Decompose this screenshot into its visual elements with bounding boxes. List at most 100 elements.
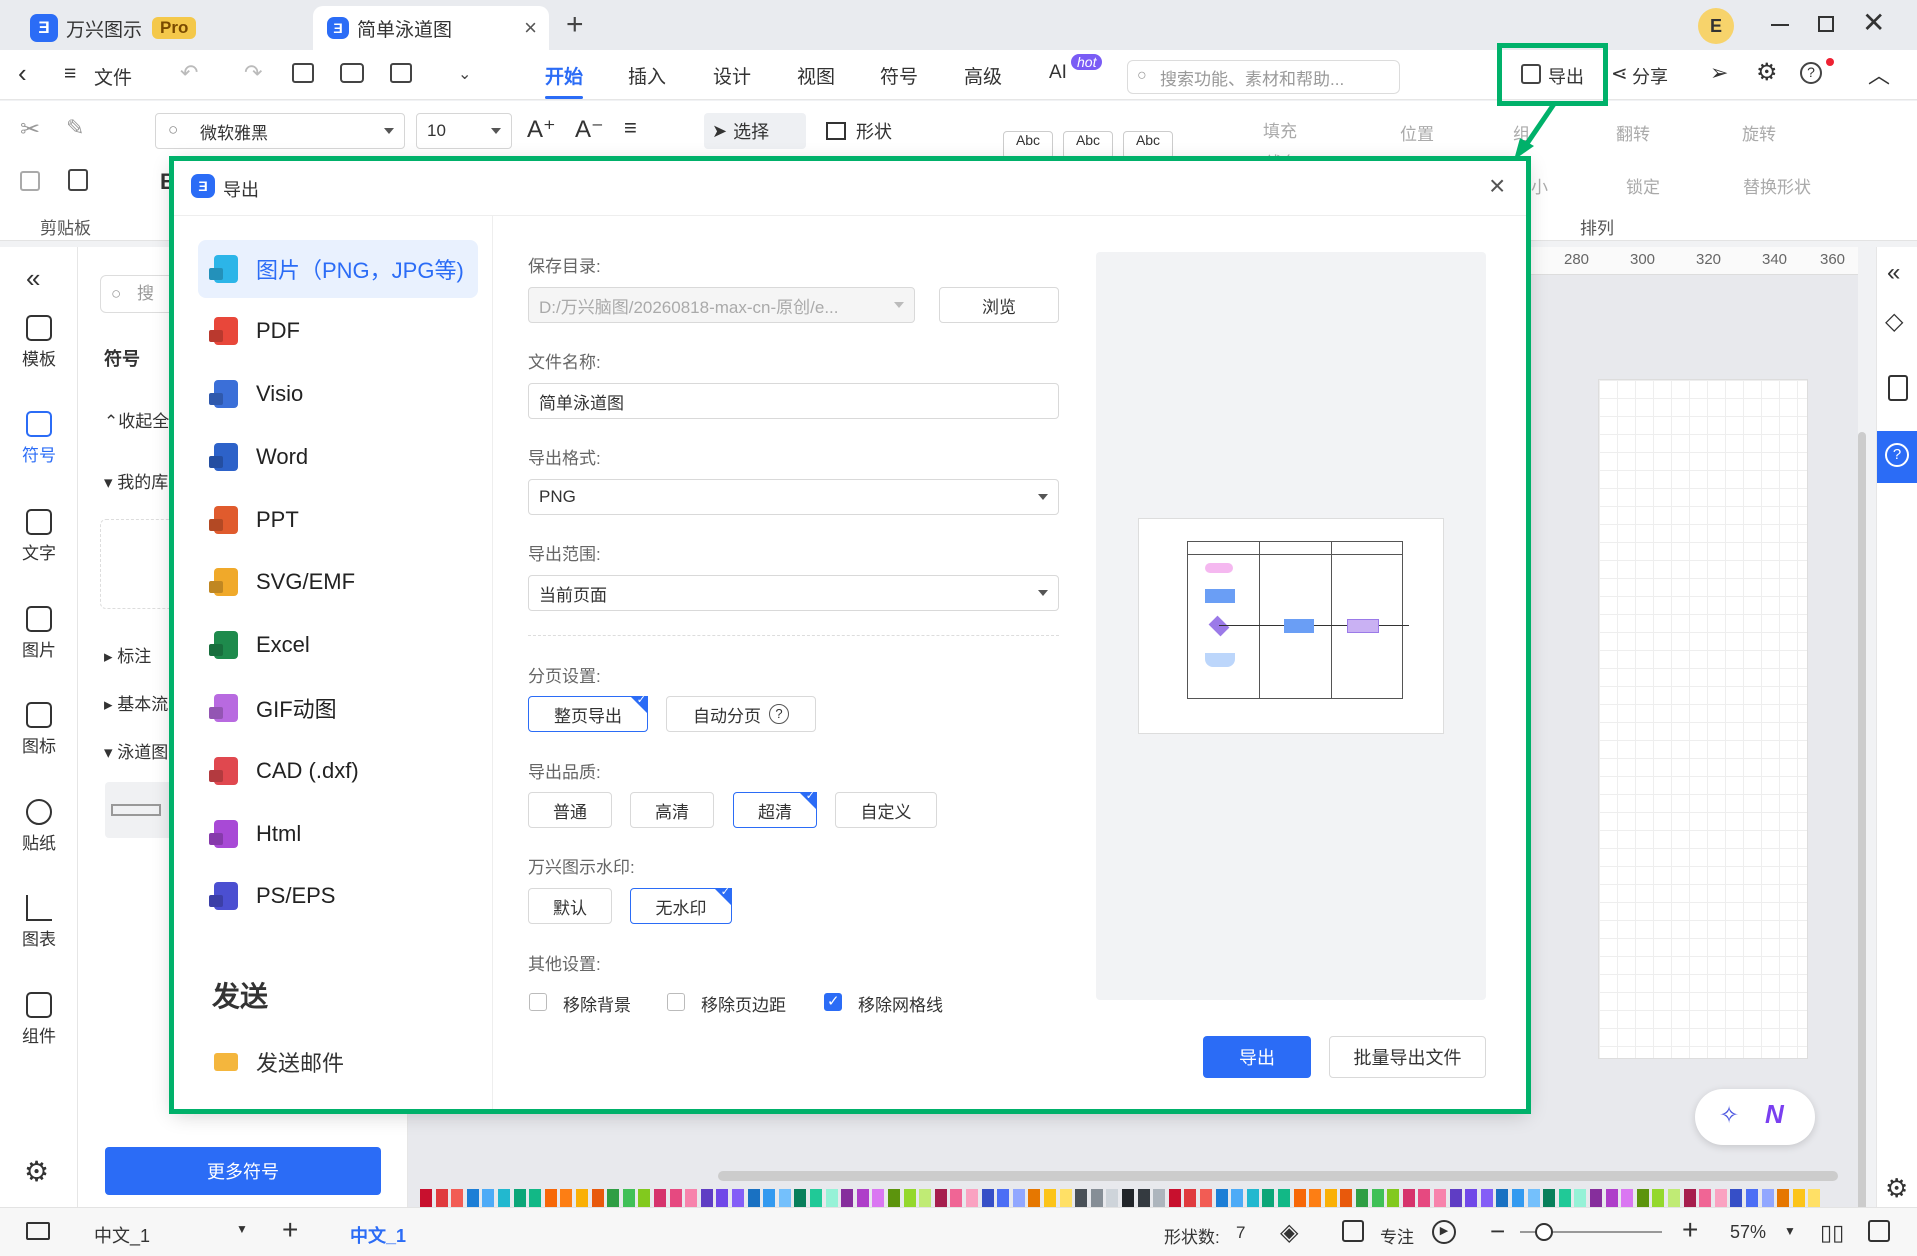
format-select[interactable]: PNG (528, 479, 1059, 515)
color-swatch[interactable] (435, 1189, 448, 1209)
color-swatch[interactable] (1044, 1189, 1056, 1209)
canvas-page[interactable] (1598, 379, 1808, 1059)
replace-shape-button[interactable]: 替换形状 (1743, 173, 1811, 198)
avatar[interactable]: E (1698, 8, 1734, 44)
expand-right-icon[interactable]: « (1887, 259, 1900, 287)
color-swatch[interactable] (981, 1189, 994, 1209)
filename-input[interactable]: 简单泳道图 (528, 383, 1059, 419)
more-symbols-button[interactable]: 更多符号 (105, 1147, 381, 1195)
export-menu-button[interactable]: 导出 (1548, 63, 1584, 89)
color-swatch[interactable] (1122, 1189, 1134, 1209)
more-dropdown-icon[interactable]: ⌄ (458, 64, 471, 84)
page-list-icon[interactable] (26, 1222, 50, 1240)
nav-stickers[interactable]: 贴纸 (0, 799, 78, 854)
ai-logo-icon[interactable]: N (1765, 1099, 1784, 1130)
color-swatch[interactable] (1090, 1189, 1103, 1209)
nav-icons[interactable]: 图标 (0, 702, 78, 757)
color-swatch[interactable] (1153, 1189, 1166, 1209)
color-swatch[interactable] (747, 1189, 760, 1209)
file-menu[interactable]: 文件 (94, 63, 132, 90)
shape-tool-button[interactable]: 形状 (826, 113, 892, 149)
tab-design[interactable]: 设计 (713, 62, 751, 89)
color-swatch[interactable] (950, 1189, 963, 1209)
color-swatch[interactable] (700, 1189, 713, 1209)
new-tab-button[interactable]: + (566, 8, 584, 42)
page-dropdown-icon[interactable]: ▼ (236, 1222, 248, 1236)
format-painter-icon[interactable]: ✎ (66, 115, 84, 141)
color-swatch[interactable] (1527, 1189, 1540, 1209)
color-swatch[interactable] (1137, 1189, 1150, 1209)
color-swatch[interactable] (1012, 1189, 1025, 1209)
flip-button[interactable]: 翻转 (1616, 120, 1650, 145)
style-preset-3[interactable]: Abc (1123, 131, 1173, 159)
color-swatch[interactable] (1075, 1189, 1088, 1209)
tab-advanced[interactable]: 高级 (964, 62, 1002, 89)
page-properties-icon[interactable] (1888, 375, 1908, 401)
color-swatch[interactable] (1730, 1189, 1743, 1209)
rotate-button[interactable]: 旋转 (1742, 120, 1776, 145)
color-swatch[interactable] (763, 1189, 776, 1209)
color-swatch[interactable] (1402, 1189, 1415, 1209)
color-swatch[interactable] (1293, 1189, 1306, 1209)
add-page-button[interactable]: + (282, 1214, 298, 1246)
color-swatch[interactable] (1683, 1189, 1696, 1209)
share-button[interactable]: 分享 (1632, 63, 1668, 89)
remove-grid-checkbox[interactable] (824, 992, 842, 1011)
color-swatch[interactable] (794, 1189, 807, 1209)
export-format-item[interactable]: 图片（PNG，JPG等) (198, 240, 478, 298)
color-swatch[interactable] (1106, 1189, 1119, 1209)
color-swatch[interactable] (1480, 1189, 1493, 1209)
quality-custom[interactable]: 自定义 (835, 792, 937, 828)
color-swatch[interactable] (1324, 1189, 1337, 1209)
fill-button[interactable]: 填充 (1263, 117, 1297, 142)
ai-floating-toolbar[interactable]: ✧ N (1695, 1089, 1815, 1145)
export-format-item[interactable]: CAD (.dxf) (198, 742, 478, 800)
tab-view[interactable]: 视图 (797, 62, 835, 89)
tab-symbol[interactable]: 符号 (880, 62, 918, 89)
color-swatch[interactable] (1590, 1189, 1602, 1209)
color-swatch[interactable] (1558, 1189, 1571, 1209)
help-panel-button[interactable]: ? (1877, 431, 1917, 483)
color-swatch[interactable] (529, 1189, 542, 1209)
tab-start[interactable]: 开始 (545, 62, 584, 99)
nav-templates[interactable]: 模板 (0, 315, 78, 370)
collapse-all-link[interactable]: ⌃收起全 (104, 407, 169, 432)
color-swatch[interactable] (966, 1189, 978, 1209)
color-swatch[interactable] (1512, 1189, 1524, 1209)
style-preset-1[interactable]: Abc (1003, 131, 1053, 159)
color-swatch[interactable] (607, 1189, 620, 1209)
browse-button[interactable]: 浏览 (939, 287, 1059, 323)
size-button[interactable]: 小 (1531, 173, 1548, 198)
color-swatch[interactable] (1652, 1189, 1665, 1209)
color-swatch[interactable] (841, 1189, 854, 1209)
close-window-icon[interactable]: ✕ (1862, 6, 1885, 39)
color-swatch[interactable] (513, 1189, 526, 1209)
send-email-option[interactable]: 发送邮件 (214, 1046, 344, 1078)
watermark-default[interactable]: 默认 (528, 888, 612, 924)
right-settings-icon[interactable]: ⚙ (1885, 1173, 1908, 1204)
book-icon[interactable]: ▯▯ (1820, 1220, 1844, 1246)
color-swatch[interactable] (1543, 1189, 1556, 1209)
quality-ultra[interactable]: 超清 (733, 789, 817, 828)
color-swatch[interactable] (1371, 1189, 1384, 1209)
color-swatch[interactable] (1761, 1189, 1774, 1209)
color-swatch[interactable] (1028, 1189, 1041, 1209)
lock-button[interactable]: 锁定 (1626, 173, 1660, 198)
color-swatch[interactable] (1792, 1189, 1805, 1209)
color-swatch[interactable] (888, 1189, 900, 1209)
color-swatch[interactable] (451, 1189, 464, 1209)
tab-ai[interactable]: AI (1049, 62, 1067, 84)
color-swatch[interactable] (1636, 1189, 1649, 1209)
zoom-level[interactable]: 57% (1730, 1222, 1766, 1243)
position-button[interactable]: 位置 (1400, 120, 1434, 145)
color-swatch[interactable] (919, 1189, 932, 1209)
color-swatch[interactable] (1746, 1189, 1758, 1209)
cut-icon[interactable]: ✂ (20, 115, 40, 144)
collapse-ribbon-icon[interactable]: ︿ (1868, 58, 1890, 90)
document-tab[interactable]: Ǝ 简单泳道图 × (313, 6, 549, 50)
basic-flow-group[interactable]: ▸ 基本流 (104, 690, 168, 715)
fit-page-icon[interactable] (1868, 1220, 1890, 1242)
zoom-dropdown-icon[interactable]: ▼ (1784, 1224, 1796, 1238)
export-format-item[interactable]: PPT (198, 491, 478, 549)
color-swatch[interactable] (498, 1189, 510, 1209)
